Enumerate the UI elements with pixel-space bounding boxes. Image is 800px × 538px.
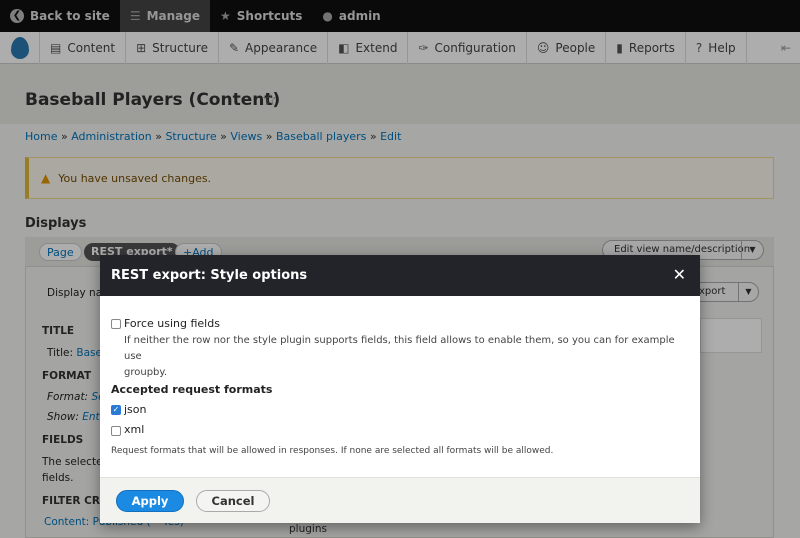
xml-checkbox[interactable] [111,426,121,436]
dialog-footer: Apply Cancel [100,477,700,523]
force-fields-label[interactable]: Force using fields [124,317,220,330]
apply-button[interactable]: Apply [116,490,184,512]
accepted-formats-heading: Accepted request formats [111,383,273,396]
dialog-title: REST export: Style options [111,268,308,283]
formats-description: Request formats that will be allowed in … [111,446,554,456]
force-desc-line: If neither the row nor the style plugin … [124,335,675,362]
style-options-dialog: REST export: Style options ✕ Force using… [100,255,700,523]
close-icon[interactable]: ✕ [673,265,686,285]
json-label[interactable]: json [124,403,147,416]
json-checkbox[interactable]: ✓ [111,405,121,415]
xml-label[interactable]: xml [124,423,144,436]
dialog-header: REST export: Style options ✕ [100,255,700,296]
cancel-button[interactable]: Cancel [196,490,270,512]
force-fields-checkbox[interactable] [111,319,121,329]
force-fields-description: If neither the row nor the style plugin … [124,333,694,381]
force-desc-line: groupby. [124,367,168,378]
